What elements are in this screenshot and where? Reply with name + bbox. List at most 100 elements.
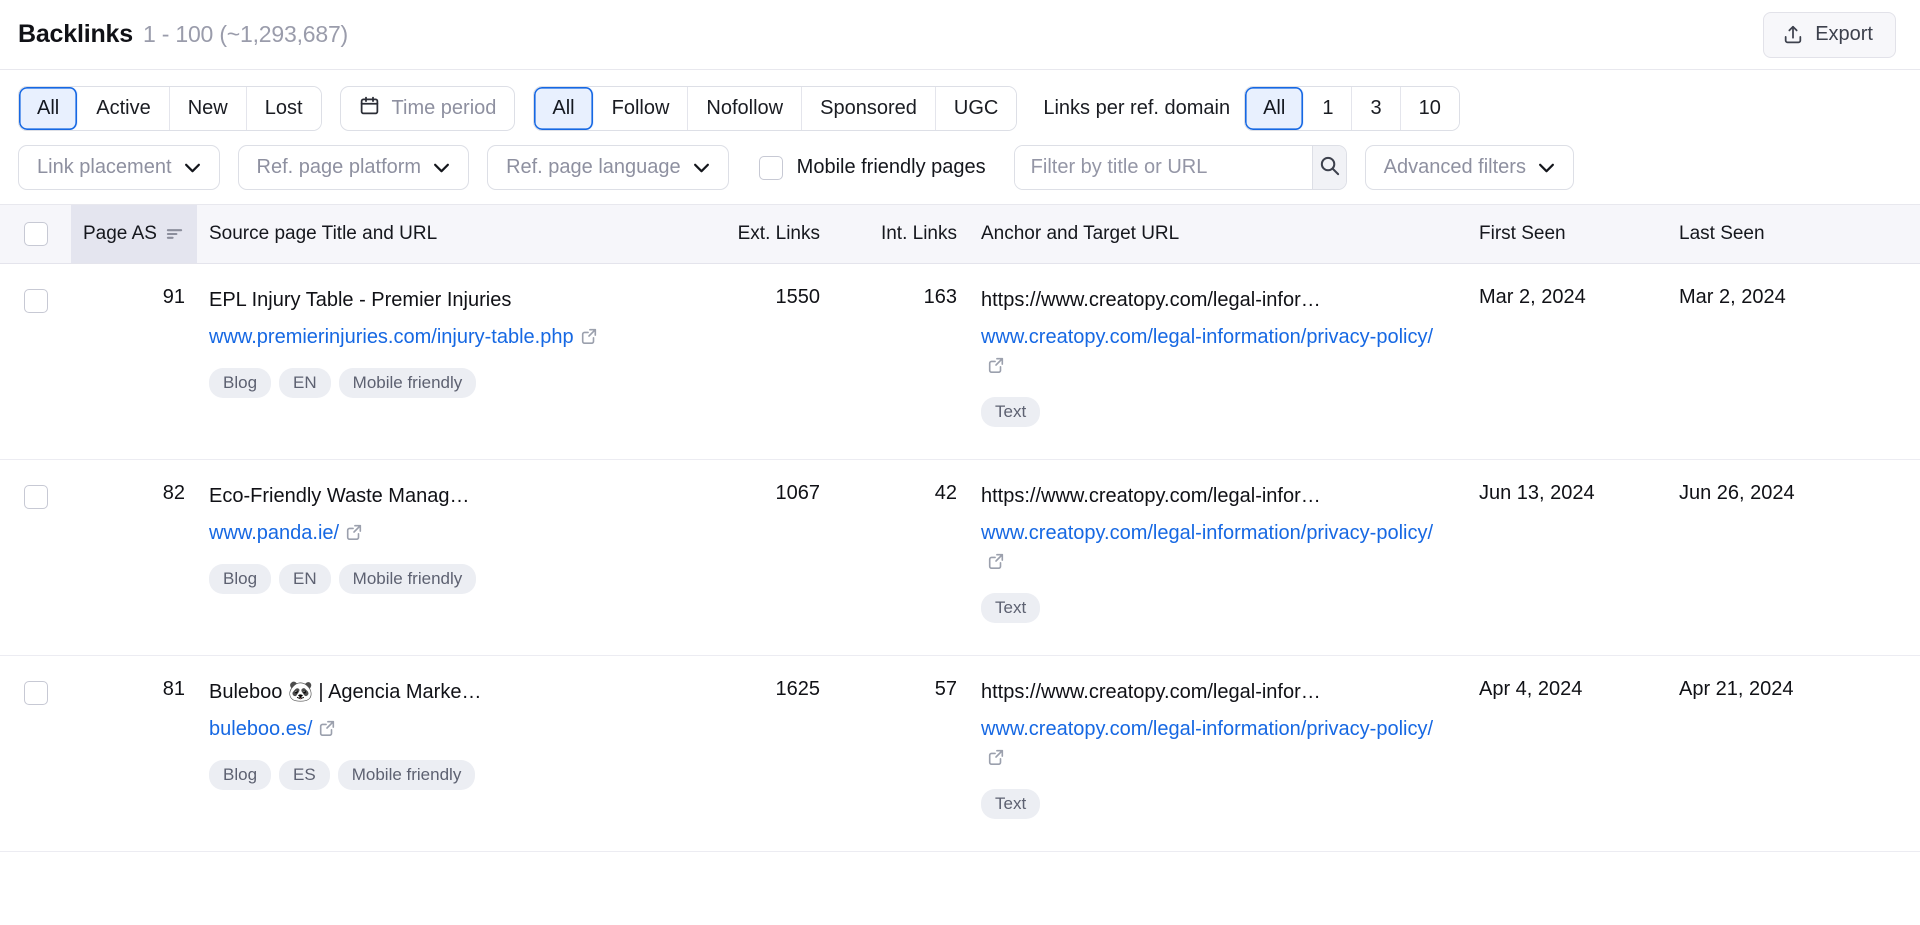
external-link-icon[interactable] [580,325,598,354]
status-option-new[interactable]: New [169,87,247,130]
link-type-option-ugc[interactable]: UGC [935,87,1017,130]
cell-last-seen: Apr 21, 2024 [1667,656,1920,701]
column-header-int-links[interactable]: Int. Links [832,205,969,263]
upload-icon [1782,24,1804,46]
cell-int-links: 163 [923,286,957,308]
links-per-ref-domain-segmented-control[interactable]: All 1 3 10 [1244,86,1460,131]
cell-page-as: 91 [162,286,185,308]
advanced-filters-dropdown[interactable]: Advanced filters [1364,145,1574,190]
external-link-icon[interactable] [987,746,1005,775]
target-url-link[interactable]: www.creatopy.com/legal-information/priva… [981,519,1455,579]
row-select-cell[interactable] [0,264,71,313]
external-link-icon[interactable] [987,550,1005,579]
search-icon [1318,154,1341,182]
column-header-last-seen[interactable]: Last Seen [1667,205,1920,263]
lprd-option-10[interactable]: 10 [1400,87,1459,130]
link-type-option-sponsored[interactable]: Sponsored [802,87,936,130]
link-placement-dropdown[interactable]: Link placement [18,145,220,190]
source-url-link[interactable]: www.panda.ie/ [209,519,665,550]
target-url-text: www.creatopy.com/legal-information/priva… [981,522,1434,544]
source-url-link[interactable]: www.premierinjuries.com/injury-table.php [209,323,665,354]
column-header-page-as[interactable]: Page AS [71,205,197,263]
cell-anchor: https://www.creatopy.com/legal-infor… ww… [969,656,1467,819]
source-title: Eco-Friendly Waste Manag… [209,485,470,507]
tag: EN [279,564,331,594]
first-seen-date: Apr 4, 2024 [1479,678,1583,700]
sort-icon[interactable] [166,227,183,241]
column-header-ext-links[interactable]: Ext. Links [677,205,832,263]
tag: Mobile friendly [338,368,477,398]
search-group[interactable] [1013,145,1347,190]
links-per-ref-domain-label: Links per ref. domain [1043,97,1231,119]
tag: Blog [209,564,272,594]
last-seen-date: Apr 21, 2024 [1679,678,1794,700]
cell-first-seen: Mar 2, 2024 [1467,264,1667,309]
row-checkbox[interactable] [23,485,48,509]
status-option-lost[interactable]: Lost [246,87,321,130]
external-link-icon[interactable] [987,354,1005,383]
search-input[interactable] [1014,146,1312,189]
last-seen-date: Jun 26, 2024 [1679,482,1795,504]
mobile-friendly-checkbox-wrap[interactable]: Mobile friendly pages [758,155,986,180]
result-count: 1 - 100 (~1,293,687) [142,21,349,47]
column-header-anchor[interactable]: Anchor and Target URL [969,205,1467,263]
anchor-tags: Text [981,593,1455,623]
link-type-option-follow[interactable]: Follow [593,87,689,130]
ref-page-platform-dropdown[interactable]: Ref. page platform [237,145,470,190]
source-url-link[interactable]: buleboo.es/ [209,715,665,746]
source-url-text: www.premierinjuries.com/injury-table.php [209,326,574,348]
anchor-text: https://www.creatopy.com/legal-infor… [981,681,1321,703]
ref-page-language-label: Ref. page language [506,156,681,178]
anchor-text: https://www.creatopy.com/legal-infor… [981,485,1321,507]
link-placement-label: Link placement [37,156,172,178]
cell-page-as: 82 [162,482,185,504]
target-url-text: www.creatopy.com/legal-information/priva… [981,718,1434,740]
table-row[interactable]: 82 Eco-Friendly Waste Manag… www.panda.i… [0,460,1920,656]
lprd-option-all[interactable]: All [1245,87,1305,130]
time-period-dropdown[interactable]: Time period [339,86,516,131]
target-url-link[interactable]: www.creatopy.com/legal-information/priva… [981,323,1455,383]
external-link-icon[interactable] [318,717,336,746]
export-button[interactable]: Export [1763,11,1896,58]
source-title: Buleboo 🐼 | Agencia Marke… [209,681,482,703]
cell-anchor: https://www.creatopy.com/legal-infor… ww… [969,264,1467,427]
select-all-cell[interactable] [0,205,71,263]
first-seen-date: Jun 13, 2024 [1479,482,1595,504]
column-header-source[interactable]: Source page Title and URL [197,205,677,263]
calendar-icon [359,95,380,122]
cell-first-seen: Jun 13, 2024 [1467,460,1667,505]
title-group: Backlinks 1 - 100 (~1,293,687) [18,20,348,49]
mobile-friendly-label: Mobile friendly pages [796,156,986,178]
cell-ext-links: 1550 [775,286,821,308]
status-option-all[interactable]: All [19,87,79,130]
link-type-segmented-control[interactable]: All Follow Nofollow Sponsored UGC [533,86,1018,131]
target-url-link[interactable]: www.creatopy.com/legal-information/priva… [981,715,1455,775]
status-segmented-control[interactable]: All Active New Lost [18,86,322,131]
cell-first-seen: Apr 4, 2024 [1467,656,1667,701]
filters-panel: All Active New Lost Time period All Foll… [0,70,1920,204]
chevron-down-icon [1538,161,1555,175]
table-row[interactable]: 81 Buleboo 🐼 | Agencia Marke… buleboo.es… [0,656,1920,852]
source-url-text: www.panda.ie/ [209,522,340,544]
mobile-friendly-checkbox[interactable] [758,155,783,180]
column-header-first-seen[interactable]: First Seen [1467,205,1667,263]
ref-page-platform-label: Ref. page platform [256,156,422,178]
ref-page-language-dropdown[interactable]: Ref. page language [487,145,729,190]
backlinks-table: Page AS Source page Title and URL Ext. L… [0,204,1920,852]
status-option-active[interactable]: Active [78,87,170,130]
link-type-option-nofollow[interactable]: Nofollow [688,87,803,130]
filter-row-1: All Active New Lost Time period All Foll… [18,86,1902,131]
search-button[interactable] [1311,146,1346,189]
external-link-icon[interactable] [345,521,363,550]
row-checkbox[interactable] [23,681,48,705]
lprd-option-3[interactable]: 3 [1352,87,1401,130]
row-select-cell[interactable] [0,656,71,705]
table-body: 91 EPL Injury Table - Premier Injuries w… [0,264,1920,852]
lprd-option-1[interactable]: 1 [1304,87,1353,130]
row-select-cell[interactable] [0,460,71,509]
table-row[interactable]: 91 EPL Injury Table - Premier Injuries w… [0,264,1920,460]
row-checkbox[interactable] [23,289,48,313]
link-type-option-all[interactable]: All [534,87,594,130]
select-all-checkbox[interactable] [23,222,48,246]
source-tags: Blog EN Mobile friendly [209,564,665,594]
